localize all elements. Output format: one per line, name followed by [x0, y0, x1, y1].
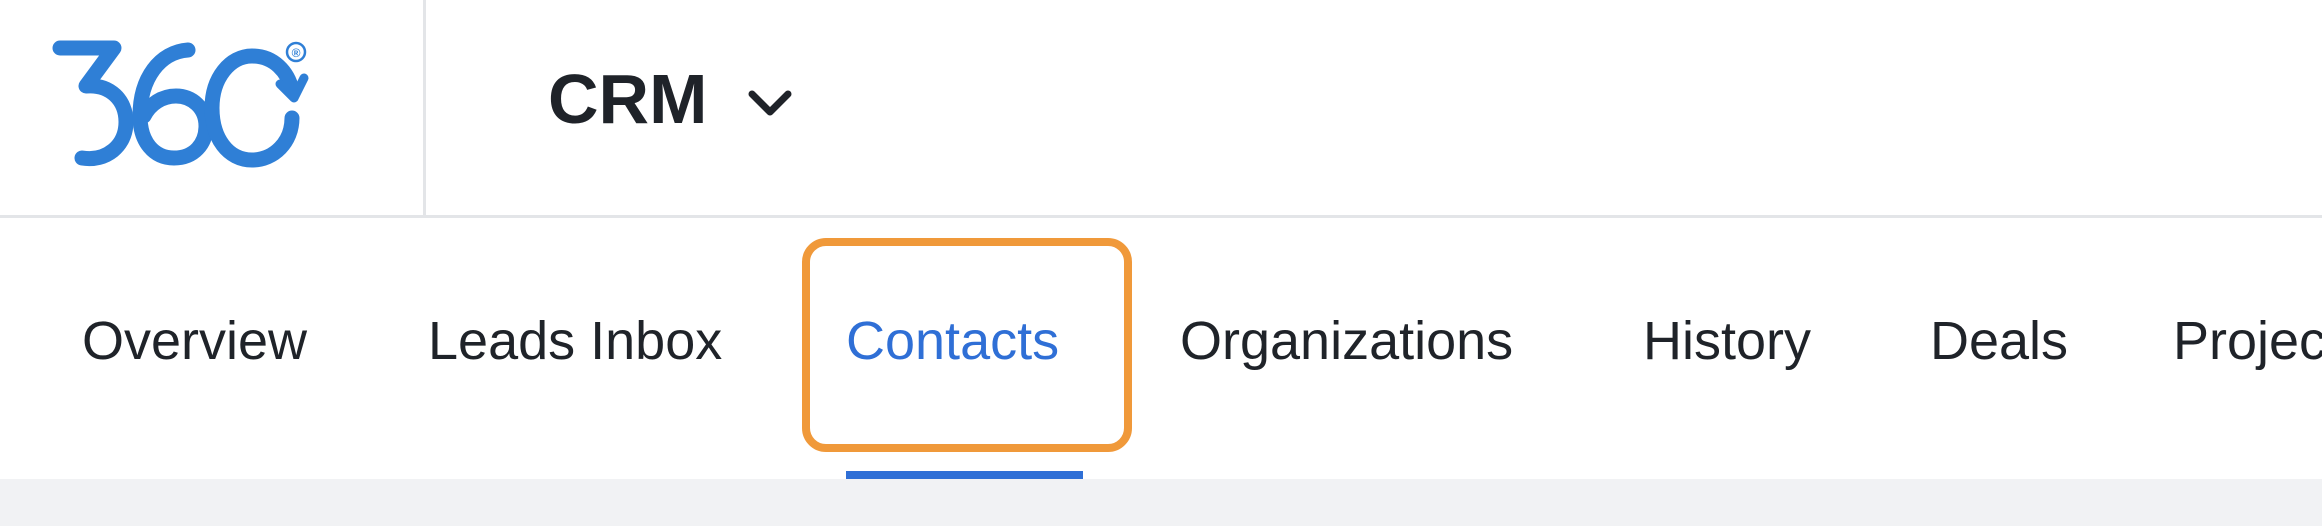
tab-projects[interactable]: Projects: [2173, 310, 2322, 372]
tab-leads-inbox[interactable]: Leads Inbox: [428, 310, 722, 372]
chevron-down-icon: [748, 90, 792, 116]
logo-cell: ®: [0, 0, 426, 218]
tab-contacts[interactable]: Contacts: [846, 310, 1059, 372]
app-switcher[interactable]: CRM: [548, 54, 793, 144]
app-name: CRM: [548, 60, 708, 138]
tab-overview[interactable]: Overview: [82, 310, 307, 372]
content-area: [0, 479, 2322, 526]
registered-mark: ®: [292, 46, 301, 60]
top-bar: ® CRM: [0, 0, 2322, 218]
brand-logo[interactable]: ®: [52, 38, 312, 168]
active-tab-indicator: [846, 471, 1083, 479]
module-tabs: Overview Leads Inbox Contacts Organizati…: [0, 218, 2322, 479]
tab-history[interactable]: History: [1643, 310, 1811, 372]
tab-organizations[interactable]: Organizations: [1180, 310, 1513, 372]
tab-deals[interactable]: Deals: [1930, 310, 2068, 372]
